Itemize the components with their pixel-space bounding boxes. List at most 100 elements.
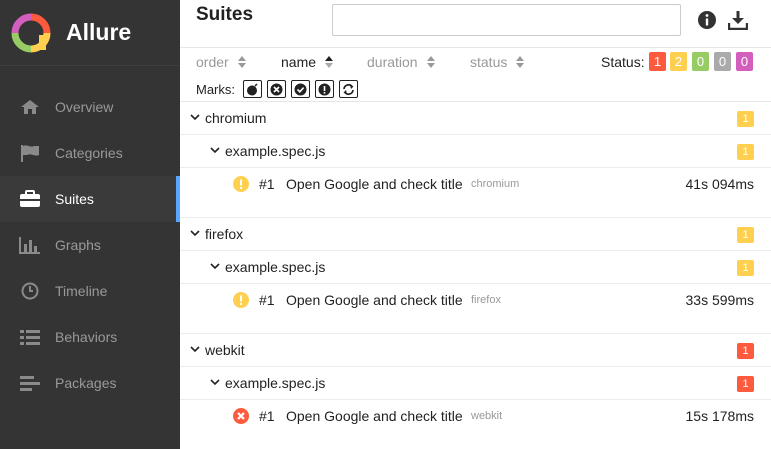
list-icon [19, 328, 41, 346]
search-input[interactable] [332, 4, 681, 36]
count-badge: 1 [737, 343, 754, 359]
test-title: Open Google and check title [286, 408, 463, 424]
download-icon[interactable] [728, 10, 748, 30]
brand[interactable]: Allure [0, 0, 180, 66]
bar-chart-icon [19, 236, 41, 254]
sidebar-item-behaviors[interactable]: Behaviors [0, 314, 180, 360]
briefcase-icon [19, 190, 41, 208]
chevron-down-icon [210, 263, 220, 270]
sidebar-item-label: Suites [55, 191, 94, 207]
sort-status[interactable]: status [470, 54, 525, 70]
status-broken-toggle[interactable]: 2 [670, 52, 687, 71]
test-case-row[interactable]: #1 Open Google and check title webkit 15… [180, 400, 771, 432]
tree-group-row[interactable]: firefox 1 [180, 218, 771, 251]
allure-logo [11, 13, 51, 52]
test-duration: 33s 599ms [685, 292, 754, 308]
marks-bar: Marks: [180, 78, 771, 102]
sort-icon [426, 56, 435, 68]
sidebar-item-packages[interactable]: Packages [0, 360, 180, 406]
broken-status-icon [233, 176, 249, 192]
info-icon[interactable] [697, 10, 717, 30]
sort-order[interactable]: order [196, 54, 246, 70]
sort-duration[interactable]: duration [367, 54, 435, 70]
status-skipped-toggle[interactable]: 0 [714, 52, 731, 71]
status-failed-toggle[interactable]: 1 [649, 52, 666, 71]
sort-name[interactable]: name [281, 54, 334, 70]
test-case-row[interactable]: #1 Open Google and check title chromium … [180, 168, 771, 200]
retries-mark-toggle[interactable] [339, 80, 358, 98]
check-circle-icon [294, 83, 307, 95]
count-badge: 1 [737, 376, 754, 392]
status-passed-toggle[interactable]: 0 [692, 52, 709, 71]
refresh-icon [343, 83, 354, 95]
new-passed-mark-toggle[interactable] [291, 80, 310, 98]
page-title: Suites [196, 4, 254, 25]
chevron-down-icon [190, 346, 200, 353]
header: Suites [180, 0, 771, 48]
sidebar-item-graphs[interactable]: Graphs [0, 222, 180, 268]
suite-name: webkit [205, 342, 245, 358]
chevron-down-icon [190, 114, 200, 121]
flag-icon [19, 144, 41, 162]
group-spacer [180, 200, 771, 218]
chevron-down-icon [210, 147, 220, 154]
test-case-row[interactable]: #1 Open Google and check title firefox 3… [180, 284, 771, 316]
marks-label: Marks: [196, 82, 235, 97]
sidebar-item-suites[interactable]: Suites [0, 176, 180, 222]
test-duration: 15s 178ms [685, 408, 754, 424]
sort-label: order [196, 54, 229, 70]
tree-group-row[interactable]: chromium 1 [180, 102, 771, 135]
home-icon [19, 98, 41, 116]
sidebar-nav: Overview Categories Suites Graphs Timeli… [0, 84, 180, 406]
sidebar-item-timeline[interactable]: Timeline [0, 268, 180, 314]
sort-label: name [281, 54, 317, 70]
broken-status-icon [233, 292, 249, 308]
tree-group-row[interactable]: example.spec.js 1 [180, 367, 771, 400]
main-pane: Suites order name duration status Status… [180, 0, 771, 449]
new-broken-mark-toggle[interactable] [315, 80, 334, 98]
suite-name: chromium [205, 110, 267, 126]
test-number: #1 [259, 408, 275, 424]
test-param-tag: chromium [471, 178, 520, 190]
tree-group-row[interactable]: webkit 1 [180, 334, 771, 367]
sort-ascending-icon [325, 56, 334, 68]
status-filter-label: Status: [601, 54, 645, 70]
test-param-tag: webkit [471, 410, 503, 422]
status-unknown-toggle[interactable]: 0 [736, 52, 753, 71]
test-duration: 41s 094ms [685, 176, 754, 192]
count-badge: 1 [737, 260, 754, 276]
suite-name: firefox [205, 226, 244, 242]
tree-group-row[interactable]: example.spec.js 1 [180, 251, 771, 284]
suites-tree: chromium 1 example.spec.js 1 #1 Open Goo… [180, 102, 771, 432]
sidebar-item-label: Overview [55, 99, 114, 115]
test-title: Open Google and check title [286, 176, 463, 192]
new-failed-mark-toggle[interactable] [267, 80, 286, 98]
flaky-mark-toggle[interactable] [243, 80, 262, 98]
sidebar-item-label: Packages [55, 375, 117, 391]
chevron-down-icon [190, 230, 200, 237]
sort-icon [237, 56, 246, 68]
test-number: #1 [259, 292, 275, 308]
group-spacer [180, 316, 771, 334]
test-title: Open Google and check title [286, 292, 463, 308]
times-circle-icon [270, 83, 283, 95]
chevron-down-icon [210, 379, 220, 386]
tree-group-row[interactable]: example.spec.js 1 [180, 135, 771, 168]
exclamation-circle-icon [318, 83, 331, 95]
align-left-icon [19, 374, 41, 392]
count-badge: 1 [737, 111, 754, 127]
sidebar-item-categories[interactable]: Categories [0, 130, 180, 176]
file-name: example.spec.js [225, 375, 326, 391]
file-name: example.spec.js [225, 259, 326, 275]
clock-icon [19, 282, 41, 300]
sort-label: status [470, 54, 508, 70]
test-number: #1 [259, 176, 275, 192]
sort-bar: order name duration status Status: 1 2 0… [180, 48, 771, 78]
failed-status-icon [233, 408, 249, 424]
sidebar-item-overview[interactable]: Overview [0, 84, 180, 130]
sidebar-item-label: Behaviors [55, 329, 118, 345]
sidebar: Allure Overview Categories Suites Graphs [0, 0, 180, 449]
sidebar-item-label: Timeline [55, 283, 108, 299]
test-param-tag: firefox [471, 294, 501, 306]
sort-icon [516, 56, 525, 68]
